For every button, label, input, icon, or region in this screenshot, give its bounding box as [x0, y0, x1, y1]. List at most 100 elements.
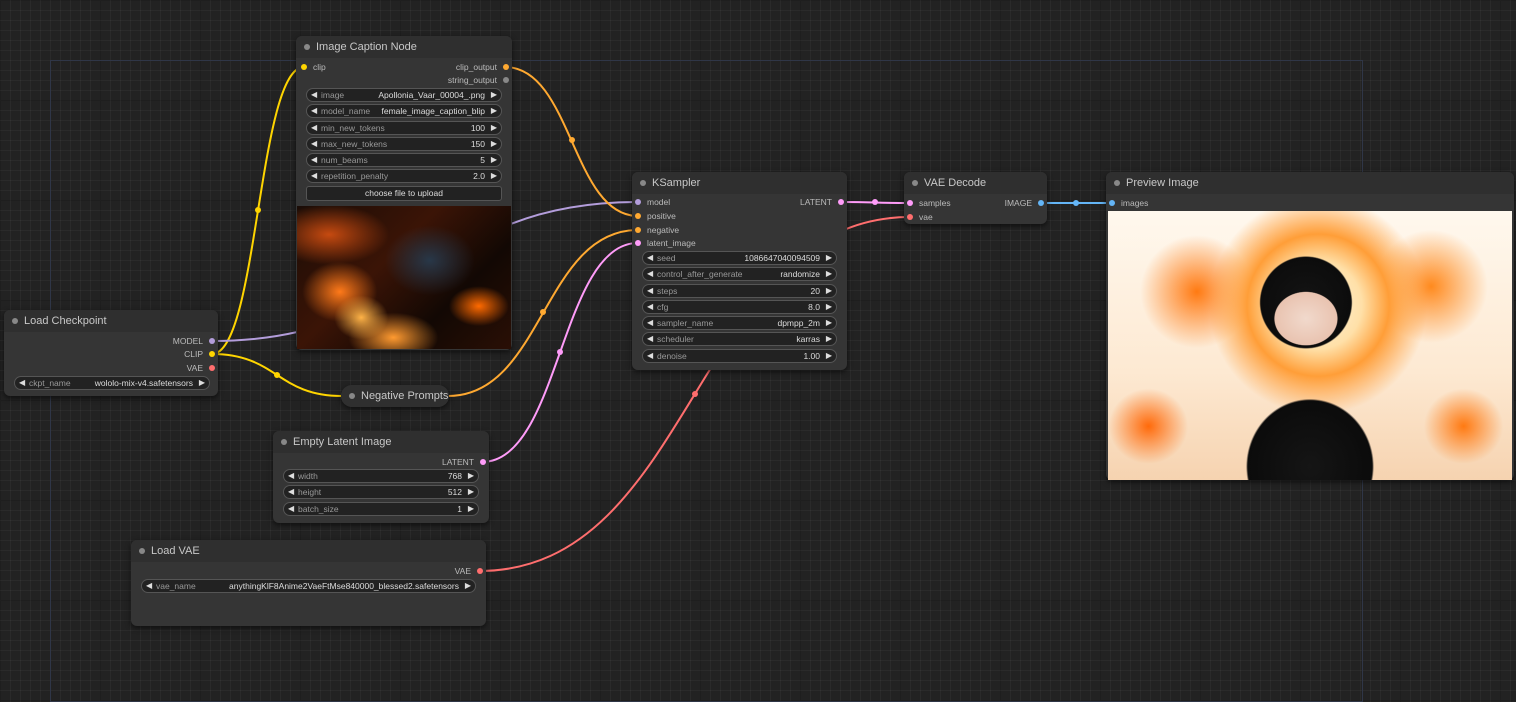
- node-title[interactable]: Empty Latent Image: [273, 431, 489, 453]
- increment-arrow-icon[interactable]: ▶: [468, 486, 474, 498]
- widget-min-new-tokens[interactable]: ◀ min_new_tokens 100 ▶: [306, 121, 502, 135]
- widget-sampler-name[interactable]: ◀ sampler_name dpmpp_2m ▶: [642, 316, 837, 330]
- clip-pin-icon[interactable]: [301, 64, 307, 70]
- output-slot-latent[interactable]: LATENT: [442, 456, 486, 468]
- string-pin-icon[interactable]: [503, 77, 509, 83]
- clip-pin-icon[interactable]: [209, 351, 215, 357]
- vae-pin-icon[interactable]: [907, 214, 913, 220]
- node-negative-prompts[interactable]: Negative Prompts: [341, 385, 449, 407]
- conditioning-pin-icon[interactable]: [635, 227, 641, 233]
- widget-max-new-tokens[interactable]: ◀ max_new_tokens 150 ▶: [306, 137, 502, 151]
- widget-width[interactable]: ◀ width 768 ▶: [283, 469, 479, 483]
- output-slot-vae[interactable]: VAE: [187, 362, 215, 374]
- collapse-dot-icon[interactable]: [1114, 180, 1120, 186]
- increment-arrow-icon[interactable]: ▶: [826, 317, 832, 329]
- widget-model-name[interactable]: ◀ model_name female_image_caption_blip ▶: [306, 104, 502, 118]
- image-pin-icon[interactable]: [1038, 200, 1044, 206]
- node-load-vae[interactable]: Load VAE VAE ◀ vae_name anythingKlF8Anime2…: [131, 540, 486, 626]
- decrement-arrow-icon[interactable]: ◀: [288, 470, 294, 482]
- input-slot-clip[interactable]: clip: [301, 61, 326, 73]
- increment-arrow-icon[interactable]: ▶: [826, 350, 832, 362]
- widget-steps[interactable]: ◀ steps 20 ▶: [642, 284, 837, 298]
- decrement-arrow-icon[interactable]: ◀: [288, 486, 294, 498]
- node-ksampler[interactable]: KSampler model positive negative latent_…: [632, 172, 847, 370]
- image-pin-icon[interactable]: [1109, 200, 1115, 206]
- decrement-arrow-icon[interactable]: ◀: [311, 89, 317, 101]
- increment-arrow-icon[interactable]: ▶: [465, 580, 471, 592]
- decrement-arrow-icon[interactable]: ◀: [311, 122, 317, 134]
- node-load-checkpoint[interactable]: Load Checkpoint MODEL CLIP VAE ◀ ckpt_nam…: [4, 310, 218, 396]
- node-title[interactable]: Load VAE: [131, 540, 486, 562]
- input-slot-model[interactable]: model: [635, 196, 670, 208]
- widget-ckpt-name[interactable]: ◀ ckpt_name wololo-mix-v4.safetensors ▶: [14, 376, 210, 390]
- node-vae-decode[interactable]: VAE Decode samples vae IMAGE: [904, 172, 1047, 224]
- widget-image[interactable]: ◀ image Apollonia_Vaar_00004_.png ▶: [306, 88, 502, 102]
- increment-arrow-icon[interactable]: ▶: [491, 89, 497, 101]
- widget-denoise[interactable]: ◀ denoise 1.00 ▶: [642, 349, 837, 363]
- upload-button[interactable]: choose file to upload: [306, 186, 502, 201]
- widget-vae-name[interactable]: ◀ vae_name anythingKlF8Anime2VaeFtMse84000…: [141, 579, 476, 593]
- increment-arrow-icon[interactable]: ▶: [199, 377, 205, 389]
- decrement-arrow-icon[interactable]: ◀: [647, 285, 653, 297]
- decrement-arrow-icon[interactable]: ◀: [647, 317, 653, 329]
- increment-arrow-icon[interactable]: ▶: [826, 268, 832, 280]
- decrement-arrow-icon[interactable]: ◀: [647, 301, 653, 313]
- widget-num-beams[interactable]: ◀ num_beams 5 ▶: [306, 153, 502, 167]
- conditioning-pin-icon[interactable]: [503, 64, 509, 70]
- conditioning-pin-icon[interactable]: [635, 213, 641, 219]
- increment-arrow-icon[interactable]: ▶: [491, 122, 497, 134]
- decrement-arrow-icon[interactable]: ◀: [19, 377, 25, 389]
- increment-arrow-icon[interactable]: ▶: [826, 252, 832, 264]
- node-preview-image[interactable]: Preview Image images: [1106, 172, 1514, 480]
- input-slot-latent-image[interactable]: latent_image: [635, 237, 696, 249]
- collapse-dot-icon[interactable]: [912, 180, 918, 186]
- collapse-dot-icon[interactable]: [349, 393, 355, 399]
- latent-pin-icon[interactable]: [838, 199, 844, 205]
- generated-image-preview[interactable]: [1108, 211, 1512, 480]
- decrement-arrow-icon[interactable]: ◀: [647, 333, 653, 345]
- input-slot-positive[interactable]: positive: [635, 210, 676, 222]
- node-image-caption[interactable]: Image Caption Node clip clip_output stri…: [296, 36, 512, 350]
- node-title[interactable]: VAE Decode: [904, 172, 1047, 194]
- increment-arrow-icon[interactable]: ▶: [491, 170, 497, 182]
- decrement-arrow-icon[interactable]: ◀: [647, 252, 653, 264]
- output-slot-clip[interactable]: CLIP: [184, 348, 215, 360]
- output-slot-string-output[interactable]: string_output: [448, 74, 509, 86]
- input-slot-negative[interactable]: negative: [635, 224, 679, 236]
- collapse-dot-icon[interactable]: [281, 439, 287, 445]
- increment-arrow-icon[interactable]: ▶: [826, 333, 832, 345]
- vae-pin-icon[interactable]: [209, 365, 215, 371]
- model-pin-icon[interactable]: [209, 338, 215, 344]
- output-slot-image[interactable]: IMAGE: [1005, 197, 1044, 209]
- latent-pin-icon[interactable]: [635, 240, 641, 246]
- decrement-arrow-icon[interactable]: ◀: [311, 105, 317, 117]
- output-slot-vae[interactable]: VAE: [455, 565, 483, 577]
- collapse-dot-icon[interactable]: [139, 548, 145, 554]
- increment-arrow-icon[interactable]: ▶: [826, 285, 832, 297]
- decrement-arrow-icon[interactable]: ◀: [146, 580, 152, 592]
- latent-pin-icon[interactable]: [907, 200, 913, 206]
- input-slot-images[interactable]: images: [1109, 197, 1148, 209]
- node-title[interactable]: Load Checkpoint: [4, 310, 218, 332]
- collapse-dot-icon[interactable]: [12, 318, 18, 324]
- widget-repetition-penalty[interactable]: ◀ repetition_penalty 2.0 ▶: [306, 169, 502, 183]
- node-title[interactable]: KSampler: [632, 172, 847, 194]
- output-slot-model[interactable]: MODEL: [173, 335, 215, 347]
- widget-height[interactable]: ◀ height 512 ▶: [283, 485, 479, 499]
- decrement-arrow-icon[interactable]: ◀: [647, 268, 653, 280]
- latent-pin-icon[interactable]: [480, 459, 486, 465]
- increment-arrow-icon[interactable]: ▶: [491, 138, 497, 150]
- increment-arrow-icon[interactable]: ▶: [468, 503, 474, 515]
- node-title[interactable]: Preview Image: [1106, 172, 1514, 194]
- node-title[interactable]: Image Caption Node: [296, 36, 512, 58]
- node-graph-canvas[interactable]: Image Caption Node clip clip_output stri…: [0, 0, 1516, 702]
- collapse-dot-icon[interactable]: [640, 180, 646, 186]
- decrement-arrow-icon[interactable]: ◀: [647, 350, 653, 362]
- increment-arrow-icon[interactable]: ▶: [491, 105, 497, 117]
- output-slot-latent[interactable]: LATENT: [800, 196, 844, 208]
- widget-scheduler[interactable]: ◀ scheduler karras ▶: [642, 332, 837, 346]
- increment-arrow-icon[interactable]: ▶: [491, 154, 497, 166]
- collapse-dot-icon[interactable]: [304, 44, 310, 50]
- widget-control-after-generate[interactable]: ◀ control_after_generate randomize ▶: [642, 267, 837, 281]
- widget-seed[interactable]: ◀ seed 1086647040094509 ▶: [642, 251, 837, 265]
